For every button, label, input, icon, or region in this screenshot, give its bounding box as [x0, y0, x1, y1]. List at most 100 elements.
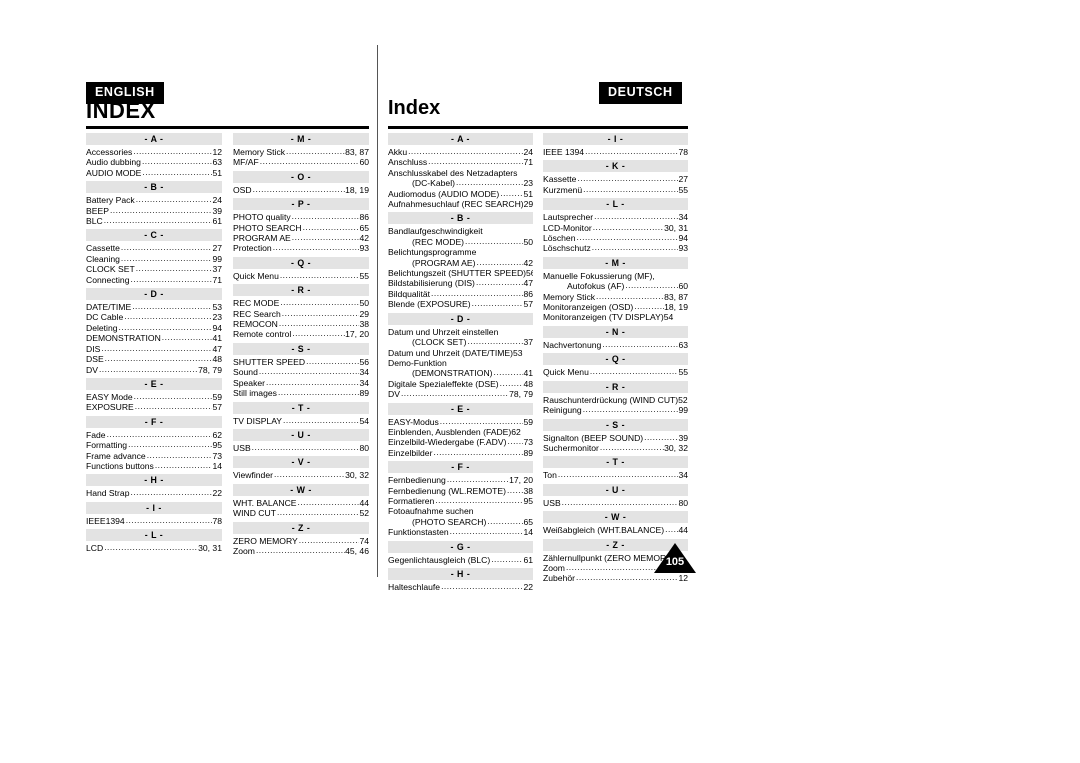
index-entry: Ton.....................................… [543, 470, 688, 480]
index-entry: Nachvertonung...........................… [543, 340, 688, 350]
index-entry-text: Digitale Spezialeffekte (DSE) [388, 378, 499, 389]
section-letter-heading: - A - [86, 133, 222, 145]
index-entry-text: WIND CUT [233, 508, 276, 519]
index-entry: Reinigung...............................… [543, 405, 688, 415]
index-entry: (CLOCK SET).............................… [388, 337, 533, 347]
leader-dots: ........................................… [576, 573, 678, 583]
index-column: - M - Memory Stick.......................… [233, 133, 369, 556]
index-entry-page: 23 [212, 312, 222, 323]
index-entry-text: Cassette [86, 243, 120, 254]
index-entry-text: Datum und Uhrzeit einstellen [388, 326, 499, 337]
index-entry-text: REC Search [233, 308, 281, 319]
index-entry-page: 48 [523, 378, 533, 389]
index-entry-text: Bildstabilisierung (DIS) [388, 278, 475, 289]
index-entry: Frame advance...........................… [86, 451, 222, 461]
leader-dots: ........................................… [161, 333, 213, 343]
leader-dots: ........................................… [133, 391, 213, 401]
index-entry-text: OSD [233, 184, 252, 195]
index-entry: Quick Menu..............................… [543, 367, 688, 377]
section-letter-heading: - N - [543, 325, 688, 338]
leader-dots: ........................................… [251, 442, 360, 452]
leader-dots: ........................................… [465, 236, 524, 246]
index-entry-page: 39 [212, 205, 222, 216]
leader-dots: ........................................… [475, 278, 524, 288]
index-entry: IEEE 1394...............................… [543, 147, 688, 157]
index-entry-page: 47 [212, 343, 222, 354]
index-entry-page: 53 [512, 347, 523, 358]
index-entry-text: Deleting [86, 322, 118, 333]
index-entry-text: USB [543, 497, 561, 508]
section-letter-heading: - I - [86, 501, 222, 514]
index-entry-page: 99 [678, 405, 688, 416]
section-letter-heading: - B - [388, 212, 533, 225]
leader-dots: ........................................… [297, 497, 360, 507]
leader-dots: ........................................… [98, 364, 198, 374]
index-entry-text: EASY Mode [86, 391, 133, 402]
leader-dots: ........................................… [500, 188, 523, 198]
index-entry: Monitoranzeigen (TV DISPLAY)............… [543, 312, 688, 322]
index-entry-text: Hand Strap [86, 488, 130, 499]
index-entry-text: DC Cable [86, 312, 124, 323]
section-letter-heading: - Q - [543, 353, 688, 366]
index-entry-text: DIS [86, 343, 101, 354]
title-rule-english [86, 126, 369, 129]
section-letter-heading: - K - [543, 160, 688, 173]
index-entry-page: 65 [359, 222, 369, 233]
leader-dots: ........................................… [132, 302, 212, 312]
index-entry: PHOTO quality...........................… [233, 212, 369, 222]
index-entry: WHT. BALANCE............................… [233, 498, 369, 508]
index-entry-page: 38 [523, 485, 533, 496]
index-entry-page: 14 [523, 527, 533, 538]
index-entry: Still images............................… [233, 388, 369, 398]
index-entry-text: LCD-Monitor [543, 222, 592, 233]
index-entry: Cleaning................................… [86, 254, 222, 264]
index-entry-text: REC MODE [233, 298, 280, 309]
leader-dots: ........................................… [302, 222, 360, 232]
index-entry: Fade....................................… [86, 430, 222, 440]
index-entry: Funktionstasten.........................… [388, 527, 533, 537]
index-entry-text: Gegenlichtausgleich (BLC) [388, 554, 491, 565]
index-entry: Blende (EXPOSURE).......................… [388, 299, 533, 309]
index-entry-text: Fade [86, 429, 106, 440]
index-entry-page: 62 [511, 426, 521, 437]
leader-dots: ........................................… [279, 270, 360, 280]
leader-dots: ........................................… [408, 147, 524, 156]
index-entry: Battery Pack............................… [86, 195, 222, 205]
index-entry-text: Einzelbilder [388, 447, 433, 458]
leader-dots: ........................................… [431, 288, 524, 298]
index-entry: IEEE1394................................… [86, 516, 222, 526]
index-entry-text: Anschluss [388, 157, 428, 168]
leader-dots: ........................................… [146, 450, 213, 460]
index-entry: Audiomodus (AUDIO MODE).................… [388, 189, 533, 199]
index-entry-page: 74 [359, 535, 369, 546]
section-letter-heading: - M - [543, 256, 688, 269]
index-entry-text: Belichtungszeit (SHUTTER SPEED) [388, 268, 527, 279]
index-entry-text: PHOTO quality [233, 212, 291, 223]
leader-dots: ........................................… [487, 516, 523, 526]
index-entry: (PROGRAM AE)............................… [388, 258, 533, 268]
index-entry: Hand Strap..............................… [86, 488, 222, 498]
index-entry: Digitale Spezialeffekte (DSE)...........… [388, 379, 533, 389]
leader-dots: ........................................… [589, 367, 679, 377]
index-entry: Fotoaufnahme suchen.....................… [388, 506, 533, 516]
index-entry-page: 73 [212, 450, 222, 461]
index-entry-text: Lautsprecher [543, 212, 594, 223]
index-entry-page: 50 [523, 236, 533, 247]
index-entry: Sound...................................… [233, 367, 369, 377]
index-entry: DATE/TIME...............................… [86, 302, 222, 312]
leader-dots: ........................................… [596, 291, 664, 301]
section-letter-heading: - H - [388, 568, 533, 580]
index-entry: Protection..............................… [233, 243, 369, 253]
index-entry-text: Formatieren [388, 495, 435, 506]
index-entry-page: 89 [359, 388, 369, 399]
index-entry-text: Ton [543, 470, 557, 481]
index-entry: USB.....................................… [543, 498, 688, 508]
leader-dots: ........................................… [281, 308, 360, 318]
index-entry-text: Blende (EXPOSURE) [388, 299, 471, 310]
index-entry-text: Zoom [233, 545, 255, 556]
leader-dots: ........................................… [634, 302, 665, 312]
index-entry-page: 48 [212, 354, 222, 365]
index-entry-text: Fernbedienung (WL.REMOTE) [388, 485, 506, 496]
index-entry-text: DV [388, 389, 400, 400]
leader-dots: ........................................… [142, 167, 212, 177]
